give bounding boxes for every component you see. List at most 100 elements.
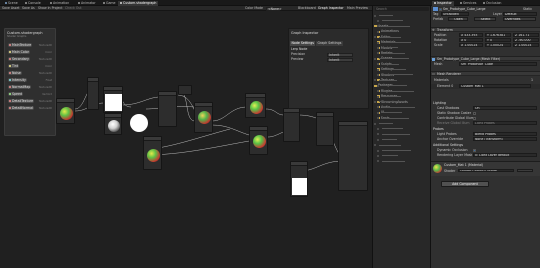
search-input[interactable]: Search [375,7,429,11]
sample-texture-node[interactable] [56,98,75,124]
cast-shadows-dropdown[interactable]: On [473,106,537,111]
hierarchy-row[interactable] [373,13,431,18]
active-checkbox[interactable] [439,8,442,11]
hierarchy-row[interactable] [373,83,431,88]
material-element-field[interactable]: Custom_Mat 1 [459,84,531,89]
hierarchy-row[interactable] [373,137,431,142]
scale-y-field[interactable]: Y 1.00024 [485,43,511,48]
hierarchy-row[interactable] [373,72,431,77]
blend-node[interactable] [194,102,213,133]
anchor-override-field[interactable]: None (Transform) [473,137,537,142]
shader-dropdown[interactable]: Shader Graphs/Custom [458,168,514,173]
tab-graph-settings[interactable]: Graph Settings [316,41,343,46]
shader-edit-button[interactable] [517,168,533,173]
hierarchy-row[interactable] [373,89,431,94]
mesh-field[interactable]: Sm_Prototype_Cube [459,62,537,67]
texture-type-icon [9,72,11,74]
lerp-node[interactable] [104,113,122,135]
property-item[interactable]: DetailTexture Texture2D [8,99,52,104]
anchor-override-row: Anchor Override None (Transform) [431,137,540,142]
property-item[interactable]: Intensity Float [8,78,52,83]
preview-dropdown[interactable]: Inherit [327,57,353,62]
precision-dropdown[interactable]: Inherit [327,52,353,57]
hierarchy-row[interactable] [373,105,431,110]
prefab-overrides-dropdown[interactable]: Overrides [503,17,536,22]
mesh-renderer-checkbox[interactable] [432,72,435,76]
hierarchy-row[interactable] [373,159,431,164]
light-probes-dropdown[interactable]: Blend Probes [473,132,537,137]
master-stack-node[interactable] [338,121,368,191]
color-mode-dropdown[interactable]: <None> [266,6,282,11]
static-shadow-checkbox[interactable] [473,112,476,115]
hierarchy-row[interactable] [373,110,431,115]
probes-foldout[interactable]: Probes [431,127,540,132]
hierarchy-row[interactable] [373,121,431,126]
rotation-x-field[interactable]: X 0 [459,38,483,43]
hierarchy-row[interactable] [373,51,431,56]
layer-dropdown[interactable]: Default [503,12,537,17]
rotation-z-field[interactable]: Z -90.000 [513,38,539,43]
property-item[interactable]: Secondary Texture2D [8,57,52,62]
property-item[interactable]: Tint Color [8,64,52,69]
add-node[interactable] [245,93,266,118]
fragment-node[interactable] [290,161,308,197]
hierarchy-row[interactable] [373,35,431,40]
position-y-field[interactable]: Y 1.676381 [485,33,511,38]
property-item[interactable]: Main Color Color [8,50,52,55]
property-item[interactable]: NormalMap Texture2D [8,85,52,90]
prefab-open-button[interactable]: Open [448,17,468,22]
materials-row[interactable]: Materials 1 [431,78,540,83]
shader-graph-canvas[interactable]: Custom.shadergraph Shader Graphs MainTex… [0,11,372,268]
contribute-gi-checkbox[interactable] [473,117,476,120]
hierarchy-row-label [382,155,398,157]
vertex-node[interactable] [316,112,334,146]
hierarchy-row[interactable] [373,18,431,23]
transform-header[interactable]: ✥ Transform [431,27,540,32]
hierarchy-row[interactable] [373,116,431,121]
additional-settings-foldout[interactable]: Additional Settings [431,143,540,148]
position-x-field[interactable]: X 433.393 [459,33,483,38]
add-component-button[interactable]: Add Component [441,181,489,187]
receive-gi-dropdown[interactable]: Light Probes [473,121,537,126]
object-name-field[interactable]: Sm_Prototype_Cube_Large [443,7,485,12]
hierarchy-row[interactable] [373,153,431,158]
normal-node[interactable] [249,126,268,155]
hierarchy-row[interactable] [373,148,431,153]
hierarchy-row[interactable] [373,29,431,34]
rotation-y-field[interactable]: Y 0 [485,38,511,43]
hierarchy-row[interactable] [373,56,431,61]
hierarchy-row[interactable] [373,99,431,104]
dynamic-occlusion-checkbox[interactable] [473,149,476,152]
scale-x-field[interactable]: X 1.00024 [459,43,483,48]
tag-dropdown[interactable]: Untagged [441,12,469,17]
lighting-foldout[interactable]: Lighting [431,101,540,106]
hierarchy-row[interactable] [373,132,431,137]
hierarchy-row[interactable] [373,62,431,67]
hierarchy-row[interactable] [373,94,431,99]
tab-node-settings[interactable]: Node Settings [290,41,316,46]
mesh-renderer-header[interactable]: Mesh Renderer [431,71,540,76]
hierarchy-row[interactable] [373,143,431,148]
hierarchy-row[interactable] [373,45,431,50]
property-node[interactable] [178,85,192,95]
hierarchy-row[interactable] [373,24,431,29]
hierarchy-row[interactable] [373,126,431,131]
property-item[interactable]: DetailNormal Texture2D [8,106,52,111]
hierarchy-row[interactable] [373,40,431,45]
texture-preview-node[interactable] [103,86,123,113]
property-item[interactable]: Speed Vector2 [8,92,52,97]
sample-texture-node-2[interactable] [143,136,162,170]
mesh-filter-header[interactable]: Sm_Prototype_Cube_Large (Mesh Filter) [431,56,540,61]
prefab-select-button[interactable]: Select [474,17,496,22]
property-item[interactable]: Noise Texture2D [8,71,52,76]
property-item[interactable]: MainTexture Texture2D [8,43,52,48]
hierarchy-row[interactable] [373,78,431,83]
multiply-node[interactable] [158,91,177,127]
scale-z-field[interactable]: Z 1.00024 [513,43,539,48]
float-node[interactable] [87,77,99,110]
hierarchy-row[interactable] [373,67,431,72]
rendering-layer-dropdown[interactable]: 0: Light Layer default [473,153,537,158]
static-toggle[interactable]: Static [523,7,532,12]
split-node[interactable] [283,108,300,142]
position-z-field[interactable]: Z 161.71 [513,33,539,38]
